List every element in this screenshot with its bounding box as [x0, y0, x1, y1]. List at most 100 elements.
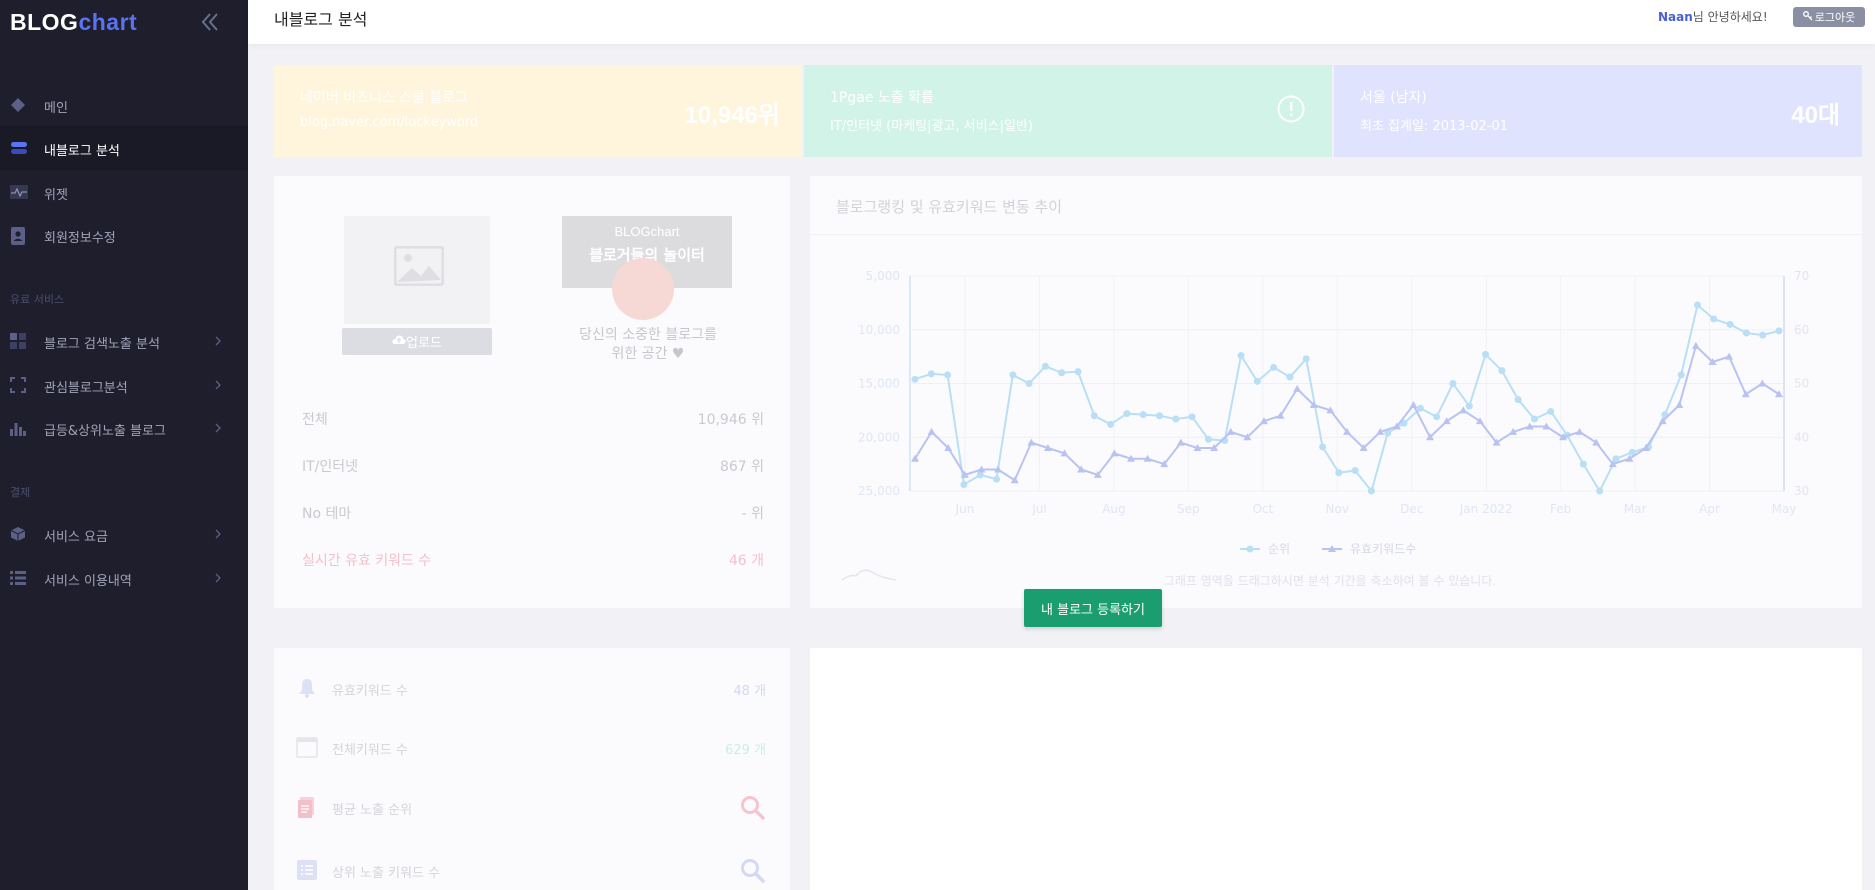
- blog-category: IT/인터넷 (마케팅|광고, 서비스|일반): [830, 119, 1033, 134]
- upload-label: 업로드: [406, 336, 442, 351]
- stat-label: 전체: [302, 412, 328, 428]
- chevron-right-icon: [214, 379, 224, 391]
- first-collection-date: 최초 집계일: 2013-02-01: [1360, 119, 1508, 134]
- user-name[interactable]: Naan: [1658, 10, 1693, 24]
- y-left-tick-label: 15,000: [858, 377, 900, 391]
- contact-card-icon: [10, 227, 26, 245]
- legend-rank-label: 순위: [1268, 542, 1290, 556]
- y-right-tick-label: 50: [1794, 377, 1809, 391]
- exposure-probability-card: 1Pgae 노출 확률 IT/인터넷 (마케팅|광고, 서비스|일반): [804, 65, 1332, 157]
- grid-icon: [10, 333, 26, 349]
- keyword-point: [1575, 427, 1584, 435]
- collapse-sidebar-icon[interactable]: [200, 10, 224, 36]
- sidebar-item-service-fee[interactable]: 서비스 요금: [0, 512, 248, 556]
- x-tick-label: Mar: [1624, 502, 1647, 516]
- toggle-icon: [10, 140, 27, 156]
- keyword-point: [1110, 449, 1119, 457]
- sidebar-item-profile-edit[interactable]: 회원정보수정: [0, 213, 248, 257]
- sidebar-item-search-exposure[interactable]: 블로그 검색노출 분석: [0, 319, 248, 363]
- stat-label: IT/인터넷: [302, 459, 359, 475]
- pulse-icon: [10, 184, 28, 200]
- keyword-row-label: 유효키워드 수: [332, 684, 408, 699]
- rank-point: [1270, 363, 1278, 371]
- logo-text-chart: chart: [78, 9, 138, 35]
- promo-text-line1: 당신의 소중한 블로그를: [579, 327, 717, 343]
- stat-row-category: IT/인터넷 867 위: [302, 456, 764, 480]
- profile-panel: 업로드 BLOGchart 블로거들의 놀이터 당신의 소중한 블로그를 위한 …: [274, 176, 790, 608]
- legend-rank-marker: [1246, 545, 1254, 553]
- keyword-point: [927, 427, 936, 435]
- sidebar-item-label: 급등&상위노출 블로그: [44, 424, 166, 439]
- keyword-point: [1293, 384, 1302, 392]
- trend-chart[interactable]: 5,000 10,000 15,000 20,000 25,000 70 60 50 40 30 J…: [810, 176, 1862, 608]
- rank-point: [1351, 467, 1359, 475]
- rank-point: [1530, 415, 1538, 423]
- rank-point: [1596, 487, 1604, 495]
- sidebar-item-label: 메인: [44, 101, 68, 116]
- x-tick-label: Feb: [1550, 502, 1571, 516]
- magnifier-icon[interactable]: [740, 796, 766, 829]
- age-group-value: 40대: [1791, 102, 1840, 129]
- y-right-tick-label: 60: [1794, 323, 1809, 337]
- x-tick-label: Jan 2022: [1459, 502, 1513, 516]
- x-tick-label: Apr: [1699, 502, 1720, 516]
- rank-point: [1514, 396, 1522, 404]
- legend-keywords-label: 유효키워드수: [1350, 542, 1416, 556]
- stat-label: 실시간 유효 키워드 수: [302, 553, 432, 569]
- rank-point: [1710, 315, 1718, 323]
- sidebar-item-interest-blog[interactable]: 관심블로그분석: [0, 363, 248, 407]
- rank-point: [944, 371, 952, 379]
- rank-point: [1498, 367, 1506, 375]
- calendar-icon: [296, 736, 318, 758]
- frame-icon: [10, 377, 26, 393]
- sidebar-item-service-history[interactable]: 서비스 이용내역: [0, 556, 248, 600]
- sidebar-item-my-blog-analysis[interactable]: 내블로그 분석: [0, 126, 248, 170]
- keyword-point: [1725, 352, 1734, 360]
- x-tick-label: Jul: [1031, 502, 1046, 516]
- profile-image-placeholder: [344, 216, 490, 324]
- blog-name: 네이버 비즈니스 스쿨 블로그: [300, 90, 468, 106]
- rank-point: [1139, 411, 1147, 419]
- rank-point: [1058, 369, 1066, 377]
- rank-point: [1074, 368, 1082, 376]
- sidebar-item-widget[interactable]: 위젯: [0, 170, 248, 214]
- section-title-payment: 결제: [10, 486, 31, 499]
- x-tick-label: Nov: [1326, 502, 1349, 516]
- keyword-point: [1027, 438, 1036, 446]
- diamond-icon: [10, 97, 26, 113]
- region-gender: 서울 (남자): [1360, 90, 1427, 106]
- x-tick-label: May: [1772, 502, 1797, 516]
- chevron-right-icon: [214, 422, 224, 434]
- keyword-row-avg-rank: 평균 노출 순위: [296, 792, 766, 822]
- register-blog-button[interactable]: 내 블로그 등록하기: [1024, 589, 1162, 627]
- rank-point: [1335, 469, 1343, 477]
- upload-button[interactable]: 업로드: [342, 328, 492, 355]
- overall-rank-value: 10,946위: [684, 102, 781, 129]
- stat-value: 10,946 위: [697, 412, 764, 428]
- document-icon: [296, 796, 318, 818]
- rank-point: [1172, 415, 1180, 423]
- alert-circle-icon[interactable]: [1276, 94, 1306, 128]
- rank-point: [960, 481, 968, 489]
- sidebar-item-label: 위젯: [44, 188, 68, 203]
- rank-point: [1677, 371, 1685, 379]
- sidebar-item-rising-blog[interactable]: 급등&상위노출 블로그: [0, 406, 248, 450]
- keyword-row-label: 상위 노출 키워드 수: [332, 866, 441, 881]
- image-icon: [393, 245, 445, 290]
- rank-point: [911, 375, 919, 383]
- detail-panel: [810, 648, 1862, 890]
- rank-point: [1123, 410, 1131, 418]
- rank-point: [1612, 455, 1620, 463]
- y-left-tick-label: 5,000: [866, 269, 900, 283]
- rank-point: [1025, 380, 1033, 387]
- demographic-card: 서울 (남자) 최초 집계일: 2013-02-01 40대: [1334, 65, 1862, 157]
- sidebar-item-main[interactable]: 메인: [0, 83, 248, 127]
- logo[interactable]: BLOGchart: [10, 9, 137, 36]
- rank-point: [1319, 443, 1327, 451]
- magnifier-icon[interactable]: [740, 859, 766, 890]
- stat-row-realtime-keywords: 실시간 유효 키워드 수 46 개: [302, 550, 764, 574]
- keyword-row-label: 평균 노출 순위: [332, 803, 413, 818]
- logout-button[interactable]: 로그아웃: [1793, 7, 1865, 27]
- logo-text-blog: BLOG: [10, 9, 79, 35]
- blog-rank-card: 네이버 비즈니스 스쿨 블로그 blog.naver.com/luckeywor…: [274, 65, 802, 157]
